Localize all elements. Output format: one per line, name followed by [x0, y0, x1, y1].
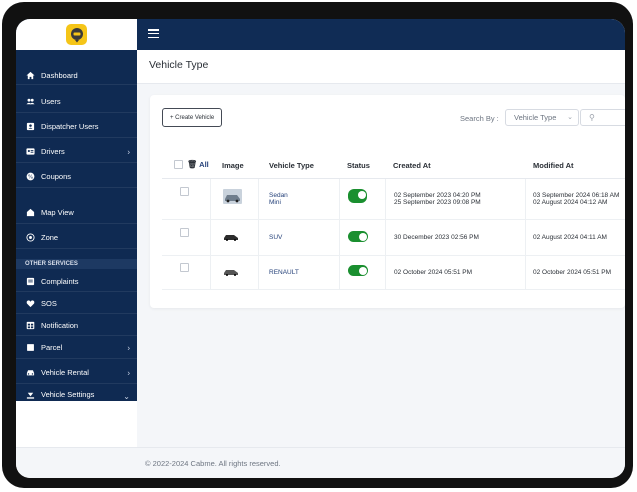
search-input[interactable]: ⚲: [580, 109, 625, 126]
device-frame: Dashboard Users Dispatcher Users Drivers…: [2, 2, 633, 488]
complaint-icon: [25, 276, 35, 286]
sidebar-item-label: Zone: [41, 233, 59, 242]
dispatcher-icon: [25, 122, 35, 132]
sidebar-item-users[interactable]: Users: [16, 91, 137, 113]
table-row: SUV 30 December 2023 02:56 PM 02 August …: [162, 219, 625, 256]
sidebar-item-label: Users: [41, 97, 61, 106]
sidebar-item-complaints[interactable]: Complaints: [16, 271, 137, 292]
sidebar-item-drivers[interactable]: Drivers ›: [16, 141, 137, 163]
section-label-other-services: OTHER SERVICES: [16, 259, 137, 269]
vehicle-image: [223, 189, 242, 204]
users-icon: [25, 97, 35, 107]
sidebar-item-dispatcher-users[interactable]: Dispatcher Users: [16, 116, 137, 138]
settings-icon: [25, 390, 35, 400]
chevron-down-icon: ⌄: [123, 392, 130, 401]
table-row: RENAULT 02 October 2024 05:51 PM 02 Octo…: [162, 255, 625, 290]
map-icon: [25, 208, 35, 218]
create-vehicle-button[interactable]: + Create Vehicle: [162, 108, 223, 127]
sidebar-item-zone[interactable]: Zone: [16, 227, 137, 249]
sidebar-item-label: Coupons: [41, 172, 72, 181]
sidebar-item-label: Parcel: [41, 343, 63, 352]
driver-icon: [25, 147, 35, 157]
sidebar-empty-area: [16, 401, 137, 447]
sidebar-item-dashboard[interactable]: Dashboard: [16, 66, 137, 85]
taxi-logo-icon: [70, 27, 83, 42]
chevron-right-icon: ›: [127, 368, 130, 377]
car-icon: [25, 368, 35, 378]
sidebar-item-sos[interactable]: SOS: [16, 293, 137, 314]
modified-at-cell: 02 August 2024 04:11 AM: [533, 234, 607, 241]
status-toggle[interactable]: [348, 265, 368, 276]
search-by-label: Search By :: [460, 114, 499, 123]
select-all-label: All: [199, 160, 209, 169]
status-toggle[interactable]: [348, 189, 367, 203]
sidebar-item-label: Drivers: [41, 147, 65, 156]
vehicle-type-cell: SUV: [269, 234, 283, 241]
vehicle-image: [223, 233, 239, 243]
created-at-cell: 30 December 2023 02:56 PM: [394, 234, 479, 241]
chevron-right-icon: ›: [127, 343, 130, 352]
row-checkbox[interactable]: [180, 263, 189, 272]
trash-icon[interactable]: 🗑: [187, 160, 197, 169]
chevron-right-icon: ›: [127, 147, 130, 156]
page-title: Vehicle Type: [149, 59, 209, 71]
vehicle-type-card: + Create Vehicle Search By : Vehicle Typ…: [150, 95, 625, 308]
sidebar: Dashboard Users Dispatcher Users Drivers…: [16, 19, 137, 401]
search-field-select-value: Vehicle Type: [514, 113, 557, 122]
sidebar-item-parcel[interactable]: Parcel ›: [16, 337, 137, 359]
footer-left: [16, 447, 137, 478]
top-bar: [137, 19, 625, 50]
sidebar-item-map-view[interactable]: Map View: [16, 202, 137, 224]
created-at-cell: 02 September 2023 04:20 PM 25 September 2…: [394, 192, 481, 206]
table-header: 🗑 All Image Vehicle Type Status Created …: [162, 152, 625, 179]
sidebar-item-coupons[interactable]: % Coupons: [16, 166, 137, 188]
search-icon: ⚲: [589, 113, 595, 122]
sidebar-item-vehicle-rental[interactable]: Vehicle Rental ›: [16, 362, 137, 384]
column-header-vehicle-type[interactable]: Vehicle Type: [269, 161, 314, 170]
row-checkbox[interactable]: [180, 228, 189, 237]
footer: © 2022-2024 Cabme. All rights reserved.: [137, 447, 625, 478]
hamburger-menu-icon[interactable]: [148, 29, 159, 39]
created-at-cell: 02 October 2024 05:51 PM: [394, 269, 473, 276]
sidebar-item-notification[interactable]: Notification: [16, 315, 137, 336]
column-header-image: Image: [222, 161, 244, 170]
sidebar-item-label: Map View: [41, 208, 74, 217]
select-all-checkbox[interactable]: [174, 160, 183, 169]
chevron-down-icon: ⌄: [567, 114, 573, 121]
select-all-control[interactable]: 🗑 All: [174, 160, 209, 169]
sidebar-item-label: Vehicle Rental: [41, 368, 89, 377]
status-toggle[interactable]: [348, 231, 368, 242]
sidebar-item-label: Dispatcher Users: [41, 122, 99, 131]
column-header-status[interactable]: Status: [347, 161, 370, 170]
column-header-modified-at[interactable]: Modified At: [533, 161, 574, 170]
row-checkbox[interactable]: [180, 187, 189, 196]
app-screen: Dashboard Users Dispatcher Users Drivers…: [16, 19, 625, 478]
vehicle-type-cell: RENAULT: [269, 269, 299, 276]
main-content: Vehicle Type + Create Vehicle Search By …: [137, 50, 625, 447]
modified-at-cell: 03 September 2024 06:18 AM 02 August 2024…: [533, 192, 620, 206]
home-icon: [25, 70, 35, 80]
modified-at-cell: 02 October 2024 05:51 PM: [533, 269, 612, 276]
copyright-text: © 2022-2024 Cabme. All rights reserved.: [145, 458, 281, 468]
vehicle-type-cell: Sedan Mini: [269, 192, 288, 206]
notification-icon: [25, 320, 35, 330]
zone-icon: [25, 233, 35, 243]
search-field-select[interactable]: Vehicle Type ⌄: [505, 109, 579, 126]
sidebar-item-label: Complaints: [41, 276, 79, 286]
column-header-created-at[interactable]: Created At: [393, 161, 431, 170]
logo-container: [16, 19, 137, 50]
table-row: Sedan Mini 02 September 2023 04:20 PM 25 S…: [162, 179, 625, 220]
svg-text:%: %: [27, 174, 32, 180]
sidebar-item-label: SOS: [41, 298, 57, 308]
sidebar-item-label: Dashboard: [41, 70, 78, 80]
vehicle-image: [223, 268, 239, 278]
sidebar-item-vehicle-settings[interactable]: Vehicle Settings ⌄: [16, 387, 137, 401]
coupon-icon: %: [25, 172, 35, 182]
sidebar-item-label: Notification: [41, 320, 79, 330]
parcel-icon: [25, 343, 35, 353]
sos-icon: [25, 298, 35, 308]
app-logo[interactable]: [66, 24, 87, 45]
title-bar: Vehicle Type: [137, 50, 625, 84]
sidebar-item-label: Vehicle Settings: [41, 390, 95, 399]
